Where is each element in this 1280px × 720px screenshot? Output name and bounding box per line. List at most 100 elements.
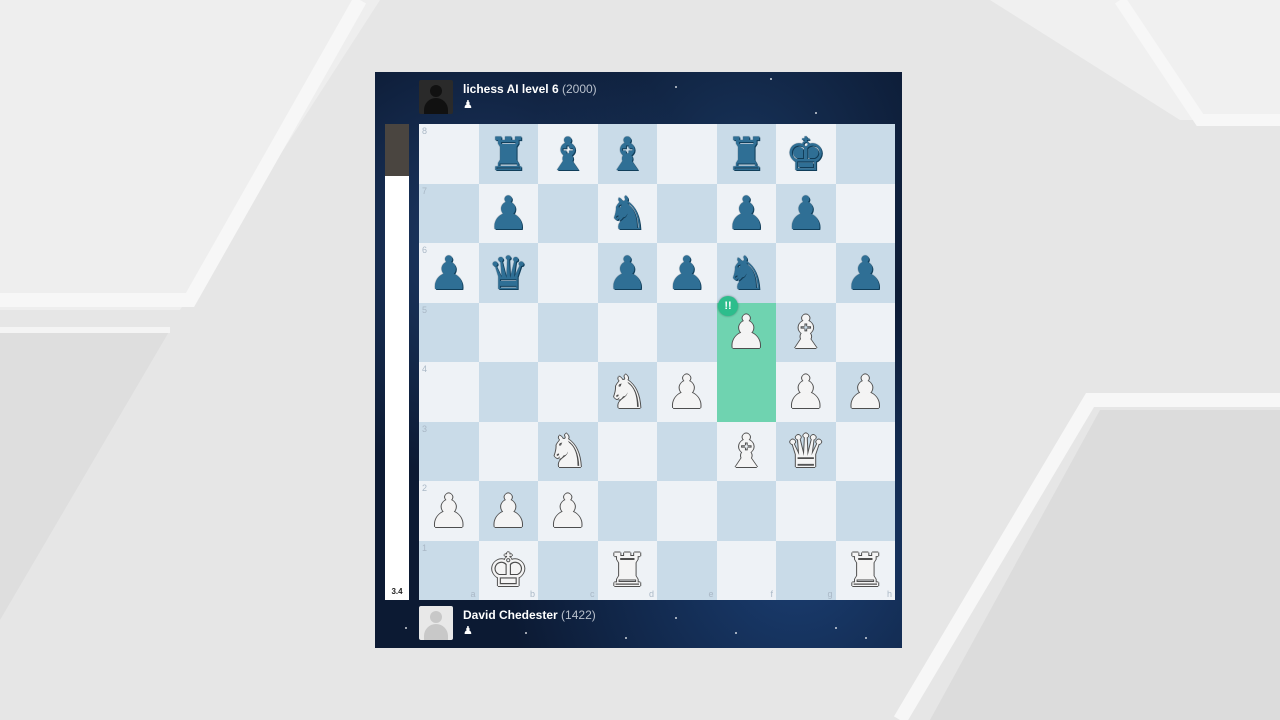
square-d4[interactable]: ♞ (597, 362, 657, 422)
black-bishop-icon[interactable]: ♝ (547, 131, 588, 177)
square-d7[interactable]: ♞ (597, 183, 657, 243)
square-c2[interactable]: ♟ (538, 481, 598, 541)
square-e4[interactable]: ♟ (657, 362, 717, 422)
square-e5[interactable] (657, 302, 717, 362)
white-pawn-icon[interactable]: ♟ (488, 488, 529, 534)
square-b7[interactable]: ♟ (478, 183, 538, 243)
square-e2[interactable] (657, 481, 717, 541)
square-h7[interactable] (835, 183, 895, 243)
square-e3[interactable] (657, 421, 717, 481)
square-g6[interactable] (776, 243, 836, 303)
eval-black-fill (385, 124, 409, 177)
black-pawn-icon[interactable]: ♟ (666, 250, 707, 296)
square-b8[interactable]: ♜ (478, 124, 538, 184)
white-knight-icon[interactable]: ♞ (607, 369, 648, 415)
square-f8[interactable]: ♜ (716, 124, 776, 184)
square-h3[interactable] (835, 421, 895, 481)
white-rook-icon[interactable]: ♜ (845, 547, 886, 593)
square-g4[interactable]: ♟ (776, 362, 836, 422)
square-a7[interactable]: 7 (419, 183, 479, 243)
black-pawn-icon[interactable]: ♟ (488, 190, 529, 236)
black-pawn-icon[interactable]: ♟ (428, 250, 469, 296)
white-bishop-icon[interactable]: ♝ (785, 309, 826, 355)
square-g2[interactable] (776, 481, 836, 541)
square-b6[interactable]: ♛ (478, 243, 538, 303)
top-player-name[interactable]: lichess AI level 6 (463, 82, 559, 96)
square-a2[interactable]: 2 ♟ (419, 481, 479, 541)
square-f3[interactable]: ♝ (716, 421, 776, 481)
square-h2[interactable] (835, 481, 895, 541)
rank-label: 6 (422, 245, 428, 255)
square-b3[interactable] (478, 421, 538, 481)
square-e8[interactable] (657, 124, 717, 184)
bottom-player-name[interactable]: David Chedester (463, 608, 558, 622)
black-pawn-icon[interactable]: ♟ (607, 250, 648, 296)
square-h5[interactable] (835, 302, 895, 362)
white-pawn-icon[interactable]: ♟ (666, 369, 707, 415)
white-rook-icon[interactable]: ♜ (607, 547, 648, 593)
square-g7[interactable]: ♟ (776, 183, 836, 243)
square-c5[interactable] (538, 302, 598, 362)
square-g3[interactable]: ♛ (776, 421, 836, 481)
black-king-icon[interactable]: ♚ (785, 131, 826, 177)
square-f1[interactable]: f (716, 540, 776, 600)
square-a3[interactable]: 3 (419, 421, 479, 481)
square-f7[interactable]: ♟ (716, 183, 776, 243)
square-d3[interactable] (597, 421, 657, 481)
black-rook-icon[interactable]: ♜ (726, 131, 767, 177)
black-knight-icon[interactable]: ♞ (726, 250, 767, 296)
white-bishop-icon[interactable]: ♝ (726, 428, 767, 474)
white-pawn-icon[interactable]: ♟ (547, 488, 588, 534)
square-b1[interactable]: b ♚ (478, 540, 538, 600)
square-b4[interactable] (478, 362, 538, 422)
square-d5[interactable] (597, 302, 657, 362)
square-d1[interactable]: d ♜ (597, 540, 657, 600)
square-h6[interactable]: ♟ (835, 243, 895, 303)
black-bishop-icon[interactable]: ♝ (607, 131, 648, 177)
white-knight-icon[interactable]: ♞ (547, 428, 588, 474)
black-rook-icon[interactable]: ♜ (488, 131, 529, 177)
square-c3[interactable]: ♞ (538, 421, 598, 481)
white-pawn-icon[interactable]: ♟ (428, 488, 469, 534)
square-c8[interactable]: ♝ (538, 124, 598, 184)
square-f4[interactable] (716, 362, 776, 422)
square-b2[interactable]: ♟ (478, 481, 538, 541)
square-a1[interactable]: 1a (419, 540, 479, 600)
white-queen-icon[interactable]: ♛ (785, 428, 826, 474)
square-b5[interactable] (478, 302, 538, 362)
black-queen-icon[interactable]: ♛ (488, 250, 529, 296)
black-pawn-icon[interactable]: ♟ (845, 250, 886, 296)
square-c1[interactable]: c (538, 540, 598, 600)
square-a8[interactable]: 8 (419, 124, 479, 184)
square-g5[interactable]: ♝ (776, 302, 836, 362)
square-c6[interactable] (538, 243, 598, 303)
square-c4[interactable] (538, 362, 598, 422)
black-pawn-icon[interactable]: ♟ (726, 190, 767, 236)
square-d2[interactable] (597, 481, 657, 541)
bottom-player[interactable]: David Chedester (1422) ♟ (419, 606, 596, 642)
square-g8[interactable]: ♚ (776, 124, 836, 184)
square-e6[interactable]: ♟ (657, 243, 717, 303)
square-d8[interactable]: ♝ (597, 124, 657, 184)
square-h8[interactable] (835, 124, 895, 184)
square-c7[interactable] (538, 183, 598, 243)
black-knight-icon[interactable]: ♞ (607, 190, 648, 236)
white-pawn-icon[interactable]: ♟ (785, 369, 826, 415)
square-h1[interactable]: h ♜ (835, 540, 895, 600)
square-d6[interactable]: ♟ (597, 243, 657, 303)
white-pawn-icon[interactable]: ♟ (726, 309, 767, 355)
black-pawn-icon[interactable]: ♟ (785, 190, 826, 236)
square-h4[interactable]: ♟ (835, 362, 895, 422)
white-pawn-icon[interactable]: ♟ (845, 369, 886, 415)
square-a6[interactable]: 6 ♟ (419, 243, 479, 303)
top-player[interactable]: lichess AI level 6 (2000) ♟ (419, 80, 597, 116)
square-g1[interactable]: g (776, 540, 836, 600)
square-e1[interactable]: e (657, 540, 717, 600)
square-a5[interactable]: 5 (419, 302, 479, 362)
chess-board[interactable]: 8 ♜ ♝ ♝ ♜ ♚ 7 ♟ ♞ ♟ ♟ 6 ♟ ♛ ♟ ♟ ♞ ♟ 5 ♟ ♝ 4 ♞ ♟ ♟ ♟ 3 ♞ ♝ ♛ 2 ♟ ♟ ♟ 1 a b ♚ c d… (419, 124, 895, 600)
white-king-icon[interactable]: ♚ (488, 547, 529, 593)
square-e7[interactable] (657, 183, 717, 243)
square-a4[interactable]: 4 (419, 362, 479, 422)
square-f2[interactable] (716, 481, 776, 541)
square-f6[interactable]: ♞ (716, 243, 776, 303)
